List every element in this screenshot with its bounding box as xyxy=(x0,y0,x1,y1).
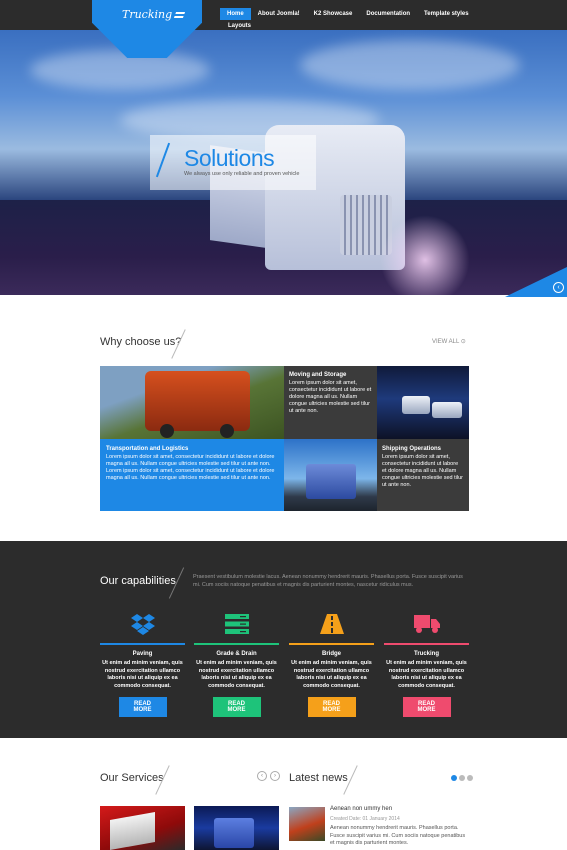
services-next-icon[interactable]: › xyxy=(270,771,280,781)
moving-title: Moving and Storage xyxy=(289,372,347,378)
shipping-title: Shipping Operations xyxy=(382,446,442,452)
capability-text: Ut enim ad minim veniam, quis nostrud ex… xyxy=(196,660,277,689)
nav-about-joomla[interactable]: About Joomla! xyxy=(251,8,307,20)
read-more-button[interactable]: READ MORE xyxy=(307,697,356,717)
truck-icon xyxy=(384,612,469,636)
read-more-button[interactable]: READ MORE xyxy=(118,697,167,717)
capability-text: Ut enim ad minim veniam, quis nostrud ex… xyxy=(291,660,372,689)
capability-bridge: Bridge Ut enim ad minim veniam, quis nos… xyxy=(289,612,374,717)
nav-documentation[interactable]: Documentation xyxy=(359,8,417,20)
hero-title: Solutions xyxy=(184,145,275,171)
capability-text: Ut enim ad minim veniam, quis nostrud ex… xyxy=(386,660,467,689)
capability-name: Grade & Drain xyxy=(216,651,257,657)
moving-text: Lorem ipsum dolor sit amet, consectetur … xyxy=(289,380,372,414)
dropbox-icon xyxy=(100,612,185,636)
capability-name: Paving xyxy=(132,651,153,657)
capability-grade-drain: Grade & Drain Ut enim ad minim veniam, q… xyxy=(194,612,279,717)
main-menu: Home About Joomla! K2 Showcase Documenta… xyxy=(220,8,476,20)
road-icon xyxy=(289,612,374,636)
transport-logistics-card[interactable]: Transportation and Logistics Lorem ipsum… xyxy=(100,439,284,511)
capability-name: Trucking xyxy=(413,651,439,657)
why-grid: Moving and Storage Lorem ipsum dolor sit… xyxy=(100,366,469,511)
blue-truck-image xyxy=(284,439,377,511)
service-image-red-truck[interactable] xyxy=(100,806,185,850)
pagination-dot[interactable] xyxy=(467,775,473,781)
nav-home[interactable]: Home xyxy=(220,8,251,20)
news-title: Latest news xyxy=(289,772,348,784)
arrow-circle-icon: ⊙ xyxy=(460,339,466,345)
slider-prev-icon[interactable]: ‹ xyxy=(553,282,564,293)
capability-paving: Paving Ut enim ad minim veniam, quis nos… xyxy=(100,612,185,717)
shipping-operations-card[interactable]: Shipping Operations Lorem ipsum dolor si… xyxy=(377,439,469,511)
transport-title: Transportation and Logistics xyxy=(106,446,189,452)
nav-template-styles[interactable]: Template styles xyxy=(417,8,476,20)
logo-text: Trucking xyxy=(122,8,173,21)
news-item-title[interactable]: Aenean non ummy hen xyxy=(330,806,392,812)
logo-mark-icon xyxy=(174,12,186,18)
logo[interactable]: Trucking xyxy=(122,8,186,21)
capability-text: Ut enim ad minim veniam, quis nostrud ex… xyxy=(102,660,183,689)
read-more-button[interactable]: READ MORE xyxy=(402,697,451,717)
services-title: Our Services xyxy=(100,772,164,784)
hero-subtitle: We always use only reliable and proven v… xyxy=(184,171,300,177)
moving-storage-card[interactable]: Moving and Storage Lorem ipsum dolor sit… xyxy=(284,366,377,439)
nav-k2-showcase[interactable]: K2 Showcase xyxy=(307,8,360,20)
news-pagination xyxy=(451,775,473,781)
read-more-button[interactable]: READ MORE xyxy=(212,697,261,717)
capabilities-title: Our capabilities xyxy=(100,575,176,587)
service-image-blue-truck[interactable] xyxy=(194,806,279,850)
why-title: Why choose us? xyxy=(100,336,182,348)
news-thumbnail[interactable] xyxy=(289,807,325,841)
services-prev-icon[interactable]: ‹ xyxy=(257,771,267,781)
capabilities-description: Praesent vestibulum molestie lacus. Aene… xyxy=(193,574,463,588)
server-icon xyxy=(194,612,279,636)
red-truck-image xyxy=(100,366,284,439)
night-trucks-image xyxy=(377,366,469,439)
transport-text: Lorem ipsum dolor sit amet, consectetur … xyxy=(106,454,275,481)
shipping-text: Lorem ipsum dolor sit amet, consectetur … xyxy=(382,454,464,488)
view-all-link[interactable]: VIEW ALL ⊙ xyxy=(432,338,466,345)
capability-name: Bridge xyxy=(321,651,341,657)
pagination-dot[interactable] xyxy=(459,775,465,781)
news-item-date: Created Date: 01 January 2014 xyxy=(330,816,400,822)
pagination-dot[interactable] xyxy=(451,775,457,781)
news-item-text: Aenean nonummy hendrerit mauris. Phasell… xyxy=(330,825,466,846)
capability-trucking: Trucking Ut enim ad minim veniam, quis n… xyxy=(384,612,469,717)
nav-layouts[interactable]: Layouts xyxy=(228,23,251,29)
capabilities-section xyxy=(0,541,567,738)
